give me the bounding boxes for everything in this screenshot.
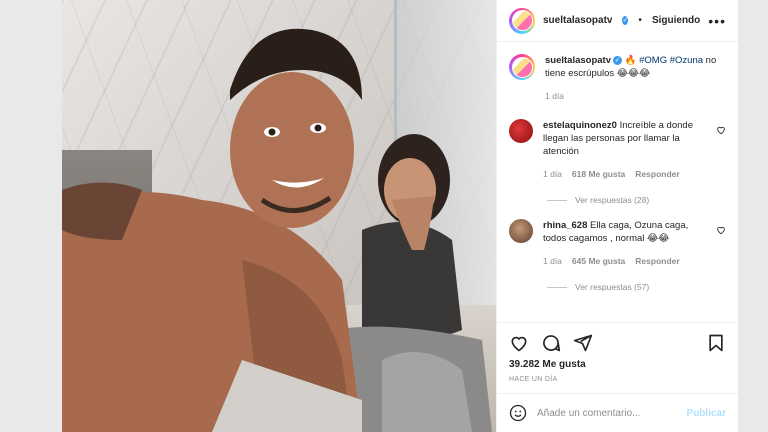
publish-button[interactable]: Publicar [687, 408, 726, 419]
caption-meta: 1 día [545, 90, 726, 103]
comment-item: estelaquinonez0 Increíble a donde llegan… [509, 119, 726, 181]
comment-heart-icon[interactable] [716, 125, 726, 135]
comment-time[interactable]: 1 día [543, 255, 562, 268]
people-illustration [62, 28, 492, 432]
caption-username[interactable]: sueltalasopatv [545, 55, 611, 66]
caption: sueltalasopatv ✓ 🔥 #OMG #Ozuna no tiene e… [509, 54, 726, 103]
commenter-username[interactable]: estelaquinonez0 [543, 120, 617, 131]
reply-button[interactable]: Responder [635, 168, 679, 181]
emoji-icon[interactable] [509, 404, 527, 422]
instagram-post: sueltalasopatv ✓ • Siguiendo ••• sueltal… [62, 0, 738, 432]
post-photo[interactable] [62, 0, 496, 432]
view-replies-label: Ver respuestas (57) [575, 282, 650, 292]
caption-avatar[interactable] [509, 54, 535, 80]
comment-heart-icon[interactable] [716, 225, 726, 235]
comment-icon[interactable] [541, 333, 561, 353]
comment-meta: 1 día 618 Me gusta Responder [543, 168, 706, 181]
bookmark-icon[interactable] [706, 333, 726, 353]
comment-likes[interactable]: 645 Me gusta [572, 255, 625, 268]
caption-body: sueltalasopatv ✓ 🔥 #OMG #Ozuna no tiene e… [545, 54, 726, 103]
verified-badge-icon: ✓ [613, 55, 622, 65]
post-timestamp[interactable]: HACE UN DÍA [509, 376, 726, 383]
view-replies-button[interactable]: Ver respuestas (57) [547, 282, 726, 292]
more-options-icon[interactable]: ••• [708, 14, 726, 28]
share-icon[interactable] [573, 333, 593, 353]
comment-body: rhina_628 Ella caga, Ozuna caga, todos c… [543, 219, 706, 268]
header-username[interactable]: sueltalasopatv [543, 15, 612, 26]
view-replies-label: Ver respuestas (28) [575, 195, 650, 205]
post-actions: 39.282 Me gusta HACE UN DÍA [497, 322, 738, 393]
heart-icon[interactable] [509, 333, 529, 353]
commenter-avatar[interactable] [509, 119, 533, 143]
hashtag-ozuna[interactable]: #Ozuna [670, 55, 703, 66]
post-side-panel: sueltalasopatv ✓ • Siguiendo ••• sueltal… [496, 0, 738, 432]
separator-dot: • [638, 15, 642, 26]
following-button[interactable]: Siguiendo [652, 15, 700, 26]
comment-item: rhina_628 Ella caga, Ozuna caga, todos c… [509, 219, 726, 268]
commenter-username[interactable]: rhina_628 [543, 220, 587, 231]
comment-likes[interactable]: 618 Me gusta [572, 168, 625, 181]
post-likes-count[interactable]: 39.282 Me gusta [509, 359, 726, 370]
reply-button[interactable]: Responder [635, 255, 679, 268]
add-comment-bar: Publicar [497, 393, 738, 432]
action-icons-row [509, 331, 726, 355]
account-avatar[interactable] [509, 7, 535, 34]
comment-meta: 1 día 645 Me gusta Responder [543, 255, 706, 268]
comments-list[interactable]: sueltalasopatv ✓ 🔥 #OMG #Ozuna no tiene e… [497, 42, 738, 322]
comment-time[interactable]: 1 día [543, 168, 562, 181]
verified-badge-icon: ✓ [622, 16, 629, 25]
caption-time[interactable]: 1 día [545, 90, 564, 103]
comment-input[interactable] [537, 407, 677, 419]
fire-emoji: 🔥 [624, 55, 637, 66]
comment-body: estelaquinonez0 Increíble a donde llegan… [543, 119, 706, 181]
commenter-avatar[interactable] [509, 219, 533, 243]
view-replies-button[interactable]: Ver respuestas (28) [547, 195, 726, 205]
hashtag-omg[interactable]: #OMG [639, 55, 667, 66]
post-header: sueltalasopatv ✓ • Siguiendo ••• [497, 0, 738, 42]
